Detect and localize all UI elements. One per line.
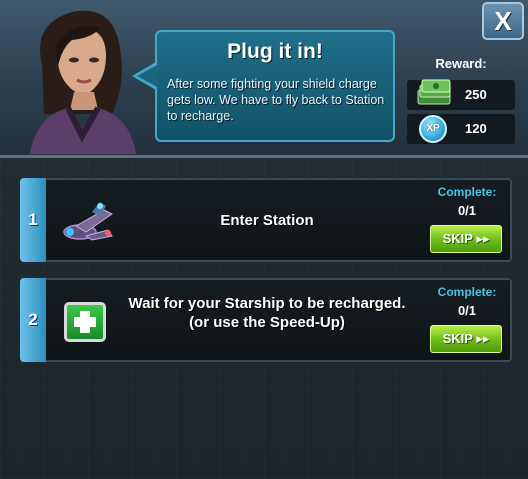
task-progress: 0/1 — [457, 303, 477, 318]
complete-label: Complete: — [437, 285, 497, 299]
quest-window: Plug it in! After some fighting your shi… — [0, 0, 528, 479]
skip-button[interactable]: SKIP ▸▸ — [430, 225, 502, 253]
quest-description: After some fighting your shield charge g… — [167, 77, 385, 123]
reward-cash-row: 250 — [407, 79, 515, 110]
complete-label: Complete: — [437, 185, 497, 199]
task-progress: 0/1 — [457, 203, 477, 218]
task-row-2: 2 Wait for your Starship to be recharged… — [20, 278, 512, 362]
task-number: 1 — [20, 178, 46, 262]
cash-icon — [417, 79, 451, 105]
reward-panel: Reward: 250 XP 120 — [405, 56, 517, 148]
medkit-icon — [64, 302, 106, 342]
task-text: Wait for your Starship to be recharged. … — [122, 294, 412, 332]
reward-xp-value: 120 — [465, 121, 487, 136]
reward-cash-value: 250 — [465, 87, 487, 102]
task-number: 2 — [20, 278, 46, 362]
quest-header: Plug it in! After some fighting your shi… — [0, 0, 528, 158]
quest-title: Plug it in! — [227, 40, 323, 63]
task-text-line-1: Wait for your Starship to be recharged. — [128, 295, 406, 312]
speech-bubble-tail-inner — [137, 65, 157, 87]
reward-title: Reward: — [435, 56, 487, 71]
xp-icon: XP — [419, 115, 447, 143]
task-text: Enter Station — [220, 211, 314, 229]
skip-button[interactable]: SKIP ▸▸ — [430, 325, 502, 353]
task-row-1: 1 Enter Station Complete: 0/1 SKIP ▸▸ — [20, 178, 512, 262]
starship-icon — [63, 202, 113, 241]
reward-xp-row: XP 120 — [407, 114, 515, 144]
speech-bubble: Plug it in! After some fighting your shi… — [155, 30, 395, 142]
character-portrait — [30, 10, 136, 154]
close-button[interactable]: X — [482, 2, 524, 40]
task-text-line-2: (or use the Speed-Up) — [189, 314, 345, 331]
